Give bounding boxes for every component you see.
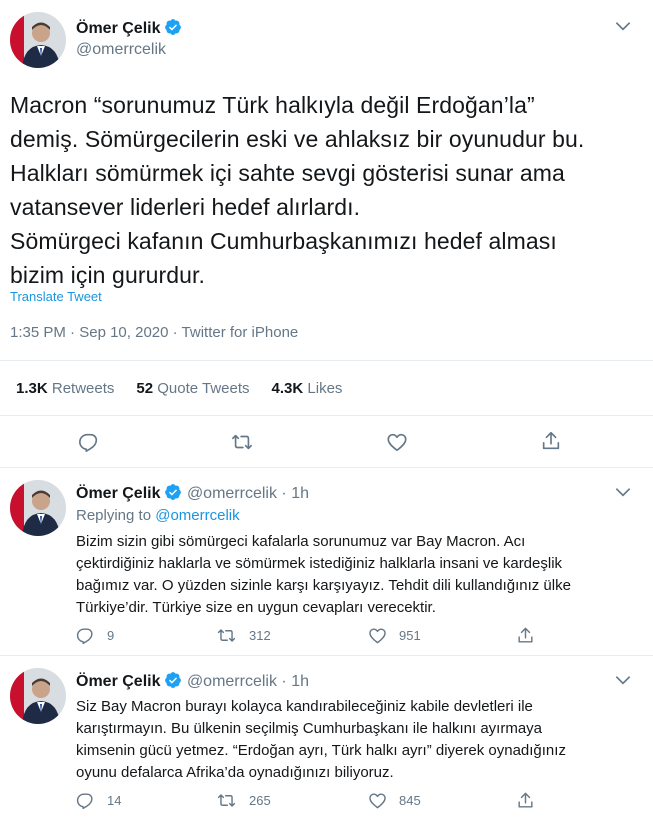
author-line: Ömer Çelik bbox=[76, 18, 182, 41]
replying-to: Replying to @omerrcelik bbox=[76, 507, 240, 524]
tweet-text-line: çektirdiğiniz haklarla ve sömürmek isted… bbox=[76, 555, 563, 572]
tweet-text-line: Macron “sorunumuz Türk halkıyla değil Er… bbox=[10, 92, 535, 118]
verified-badge-icon bbox=[164, 671, 182, 694]
chevron-down-icon[interactable] bbox=[613, 16, 633, 36]
action-bar: 9 312 951 bbox=[76, 626, 636, 646]
meta-separator: · bbox=[281, 485, 287, 502]
tweet-date[interactable]: Sep 10, 2020 bbox=[79, 324, 168, 341]
reply-action[interactable]: 9 bbox=[76, 626, 114, 645]
retweets-count: 1.3K bbox=[16, 380, 48, 397]
like-action[interactable]: 951 bbox=[368, 626, 421, 645]
reply-header: Ömer Çelik @omerrcelik · 1h bbox=[76, 671, 309, 694]
action-bar: 14 265 845 bbox=[76, 791, 636, 811]
translate-tweet-link[interactable]: Translate Tweet bbox=[10, 289, 102, 304]
author-handle[interactable]: @omerrcelik bbox=[76, 41, 166, 59]
retweet-count: 265 bbox=[249, 793, 271, 808]
reply-action[interactable]: 14 bbox=[76, 791, 121, 810]
retweet-action[interactable]: 312 bbox=[216, 626, 271, 645]
share-icon[interactable] bbox=[516, 626, 535, 645]
tweet-text-line: Siz Bay Macron burayı kolayca kandırabil… bbox=[76, 698, 533, 715]
tweet-text-line: bizim için gururdur. bbox=[10, 262, 206, 288]
quote-label: Quote Tweets bbox=[157, 380, 250, 397]
retweets-label: Retweets bbox=[51, 380, 115, 397]
retweet-action[interactable]: 265 bbox=[216, 791, 271, 810]
like-icon[interactable] bbox=[368, 791, 387, 810]
meta-separator: · bbox=[172, 324, 178, 341]
share-action[interactable] bbox=[516, 626, 535, 645]
like-count: 845 bbox=[399, 793, 421, 808]
share-icon[interactable] bbox=[516, 791, 535, 810]
verified-badge-icon bbox=[164, 18, 182, 41]
tweet-text-line: Halkları sömürmek içi sahte sevgi göster… bbox=[10, 160, 565, 186]
tweet-text-line: Bizim sizin gibi sömürgeci kafalarla sor… bbox=[76, 533, 526, 550]
reply-icon[interactable] bbox=[76, 626, 95, 645]
likes-count: 4.3K bbox=[271, 380, 304, 397]
like-action[interactable]: 845 bbox=[368, 791, 421, 810]
tweet-text-line: oyunu defalarca Afrika’da oynadığınızı b… bbox=[76, 764, 394, 781]
share-icon[interactable] bbox=[540, 430, 562, 452]
chevron-down-icon[interactable] bbox=[613, 670, 633, 690]
avatar[interactable] bbox=[10, 668, 66, 724]
tweet-text: Bizim sizin gibi sömürgeci kafalarla sor… bbox=[76, 531, 616, 619]
verified-badge-icon bbox=[164, 483, 182, 506]
tweet-text-line: demiş. Sömürgecilerin eski ve ahlaksız b… bbox=[10, 126, 585, 152]
author-handle[interactable]: @omerrcelik bbox=[187, 485, 277, 502]
retweet-icon[interactable] bbox=[230, 431, 254, 453]
retweets-stat[interactable]: 1.3K Retweets bbox=[16, 380, 114, 397]
avatar[interactable] bbox=[10, 480, 66, 536]
tweet-text-line: bağımız var. O yüzden sizinle karşı karş… bbox=[76, 577, 571, 594]
author-handle[interactable]: @omerrcelik bbox=[187, 673, 277, 690]
like-icon[interactable] bbox=[386, 431, 408, 453]
quote-count: 52 bbox=[136, 380, 154, 397]
tweet-text-line: kimsenin gücü yetmez. “Erdoğan ayrı, Tür… bbox=[76, 742, 566, 759]
author-name[interactable]: Ömer Çelik bbox=[76, 673, 160, 690]
tweet-text: Siz Bay Macron burayı kolayca kandırabil… bbox=[76, 696, 616, 784]
divider bbox=[0, 360, 653, 361]
retweet-count: 312 bbox=[249, 628, 271, 643]
tweet-stats: 1.3K Retweets 52 Quote Tweets 4.3K Likes bbox=[16, 380, 342, 397]
likes-label: Likes bbox=[307, 380, 343, 397]
tweet-source[interactable]: Twitter for iPhone bbox=[182, 324, 299, 341]
author-name[interactable]: Ömer Çelik bbox=[76, 20, 160, 37]
retweet-icon[interactable] bbox=[216, 791, 237, 810]
replying-prefix: Replying to bbox=[76, 507, 152, 524]
tweet-meta: 1:35 PM · Sep 10, 2020 · Twitter for iPh… bbox=[10, 324, 298, 341]
tweet-text-line: karıştırmayın. Bu ülkenin seçilmiş Cumhu… bbox=[76, 720, 543, 737]
chevron-down-icon[interactable] bbox=[613, 482, 633, 502]
reply-header: Ömer Çelik @omerrcelik · 1h bbox=[76, 483, 309, 506]
reply-tweet[interactable]: Ömer Çelik @omerrcelik · 1h Replying to … bbox=[0, 468, 653, 658]
author-name[interactable]: Ömer Çelik bbox=[76, 485, 160, 502]
tweet-age[interactable]: 1h bbox=[291, 673, 309, 690]
meta-separator: · bbox=[70, 324, 76, 341]
likes-stat[interactable]: 4.3K Likes bbox=[272, 380, 343, 397]
share-action[interactable] bbox=[516, 791, 535, 810]
like-count: 951 bbox=[399, 628, 421, 643]
meta-separator: · bbox=[281, 673, 287, 690]
tweet-text-line: Türkiye’dir. Türkiye size en uygun cevap… bbox=[76, 599, 436, 616]
quote-tweets-stat[interactable]: 52 Quote Tweets bbox=[136, 380, 249, 397]
tweet-text-line: Sömürgeci kafanın Cumhurbaşkanımızı hede… bbox=[10, 228, 557, 254]
reply-icon[interactable] bbox=[78, 431, 100, 453]
avatar[interactable] bbox=[10, 12, 66, 68]
tweet-text-line: vatansever liderleri hedef alırlardı. bbox=[10, 194, 361, 220]
reply-count: 14 bbox=[107, 793, 122, 808]
like-icon[interactable] bbox=[368, 626, 387, 645]
reply-count: 9 bbox=[107, 628, 115, 643]
retweet-icon[interactable] bbox=[216, 626, 237, 645]
tweet-age[interactable]: 1h bbox=[291, 485, 309, 502]
replying-to-handle[interactable]: @omerrcelik bbox=[155, 507, 239, 524]
reply-tweet[interactable]: Ömer Çelik @omerrcelik · 1h Siz Bay Macr… bbox=[0, 656, 653, 820]
divider bbox=[0, 415, 653, 416]
reply-icon[interactable] bbox=[76, 791, 95, 810]
tweet-text: Macron “sorunumuz Türk halkıyla değil Er… bbox=[10, 88, 640, 292]
tweet-time[interactable]: 1:35 PM bbox=[10, 324, 66, 341]
